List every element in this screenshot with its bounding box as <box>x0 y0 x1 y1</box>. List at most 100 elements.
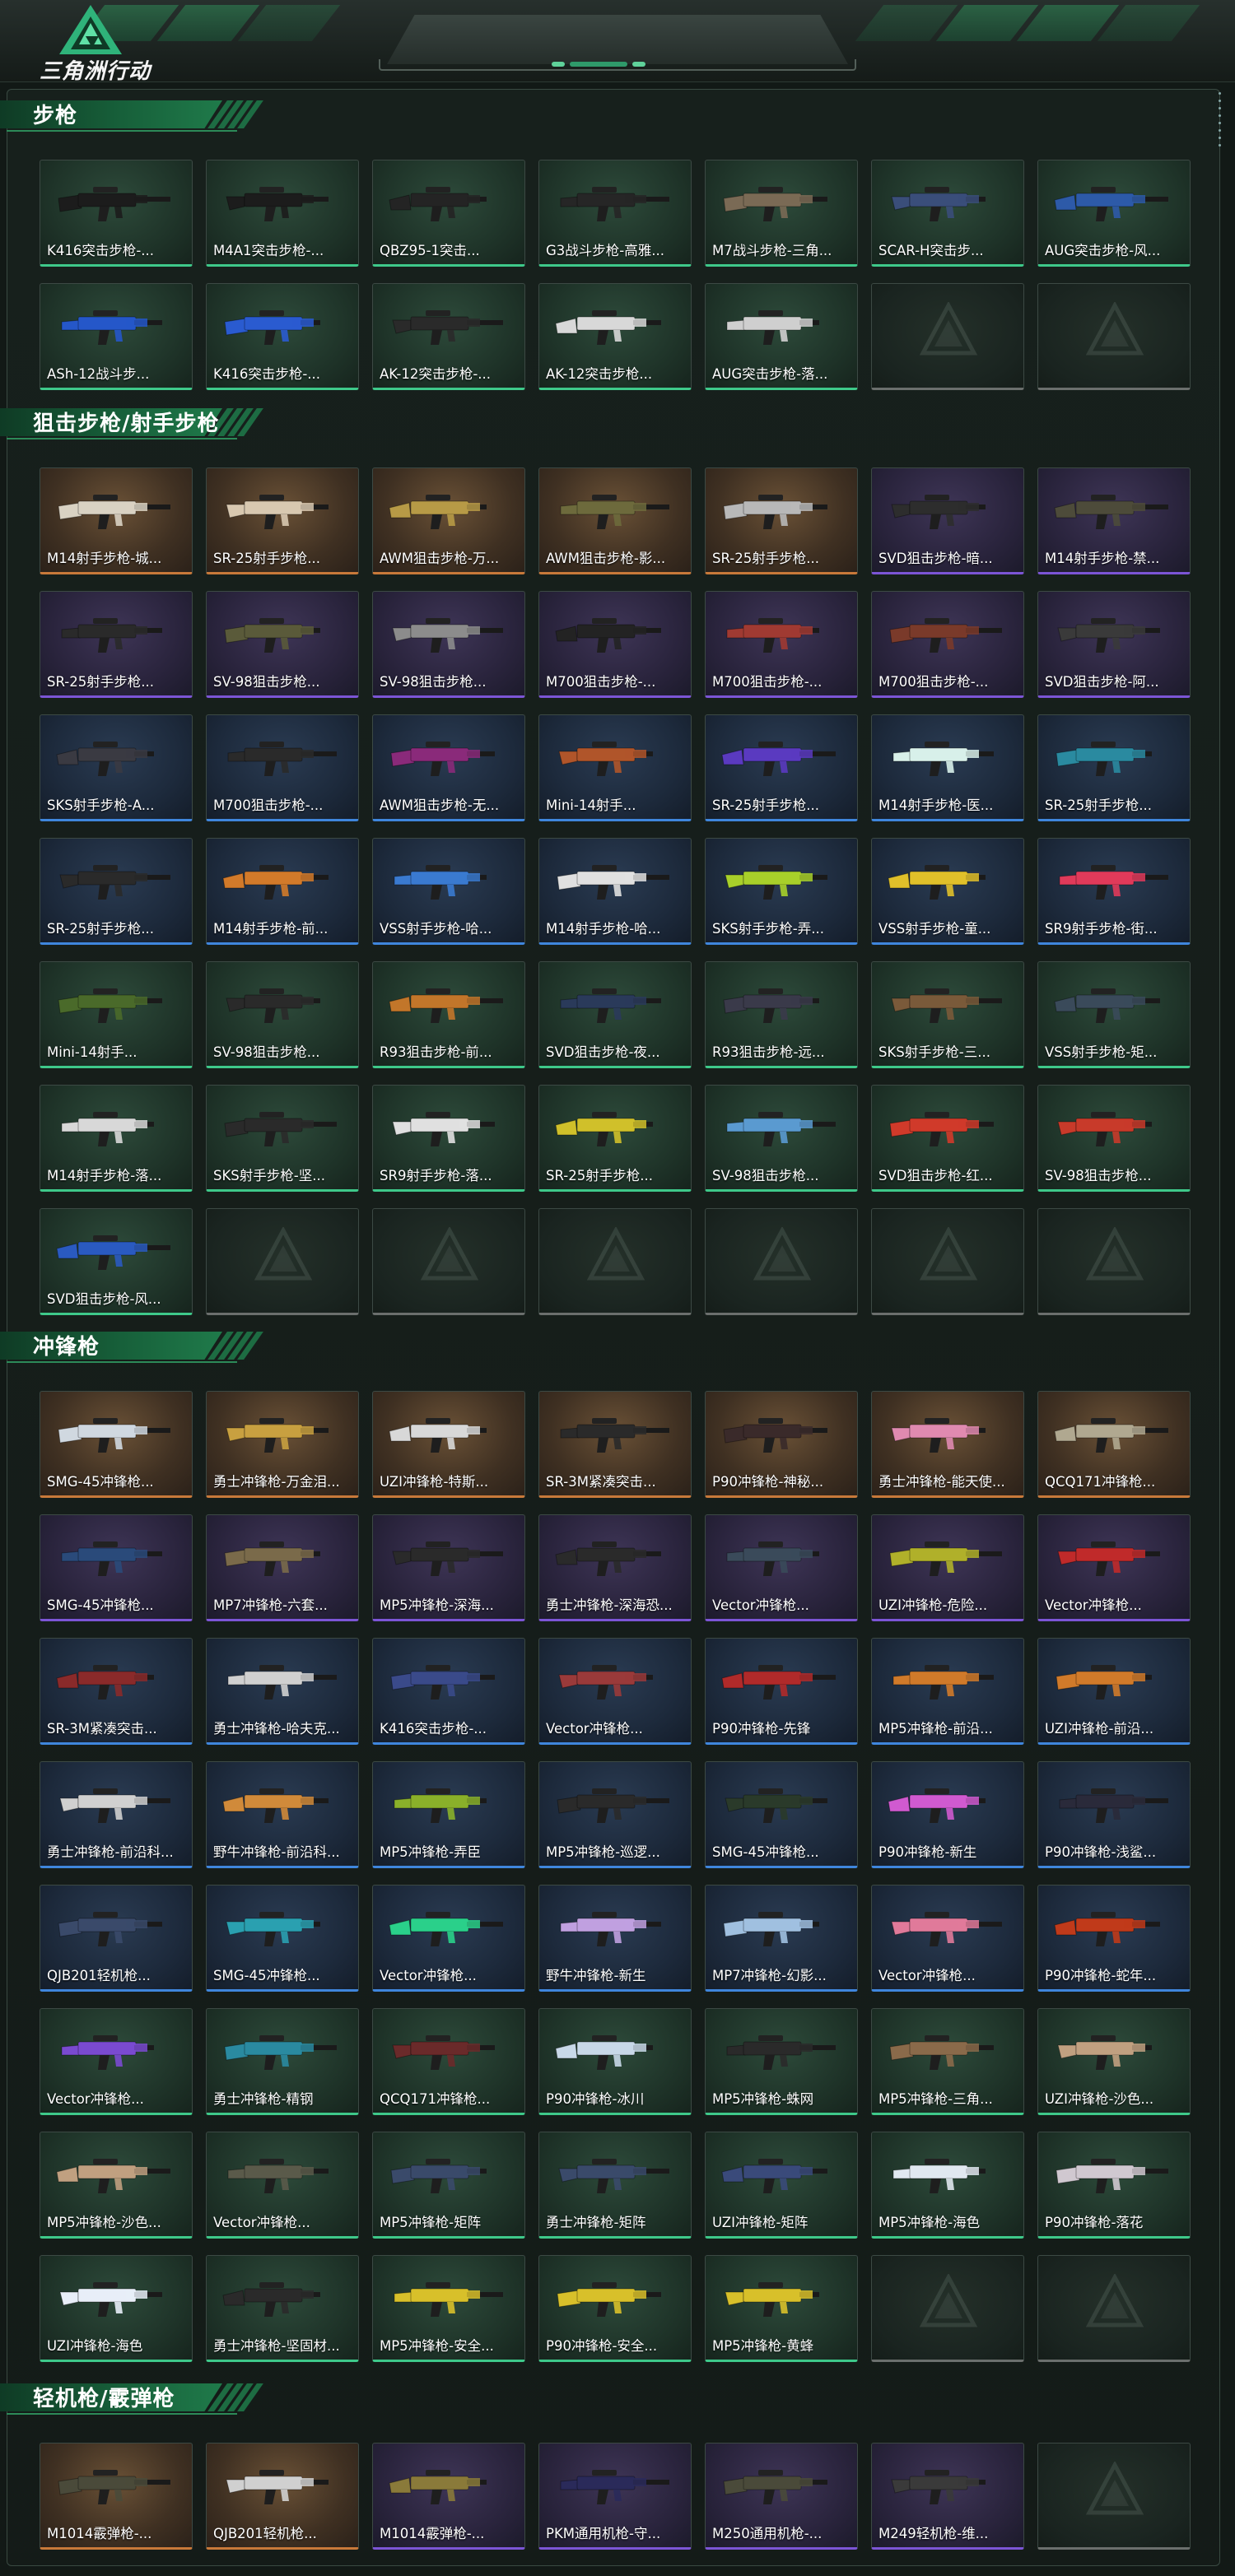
weapon-card[interactable]: R93狙击步枪-远... <box>705 961 858 1068</box>
weapon-card[interactable]: P90冲锋枪-安全... <box>538 2255 692 2362</box>
weapon-card[interactable]: 勇士冲锋枪-万金泪... <box>206 1391 359 1498</box>
weapon-card[interactable]: UZI冲锋枪-特斯... <box>372 1391 525 1498</box>
weapon-card[interactable]: MP7冲锋枪-六套... <box>206 1514 359 1621</box>
weapon-card[interactable]: AUG突击步枪-风... <box>1037 160 1191 267</box>
weapon-card[interactable]: 勇士冲锋枪-前沿科... <box>40 1761 193 1868</box>
weapon-card[interactable]: SR-3M紧凑突击... <box>538 1391 692 1498</box>
weapon-card[interactable]: M14射手步枪-城... <box>40 467 193 574</box>
weapon-card[interactable]: MP5冲锋枪-三角... <box>871 2008 1024 2115</box>
weapon-card[interactable]: QCQ171冲锋枪... <box>372 2008 525 2115</box>
weapon-card[interactable]: MP5冲锋枪-海色 <box>871 2132 1024 2239</box>
weapon-card[interactable]: K416突击步枪-... <box>40 160 193 267</box>
weapon-card[interactable]: MP7冲锋枪-幻影... <box>705 1885 858 1992</box>
weapon-card[interactable]: SVD狙击步枪-暗... <box>871 467 1024 574</box>
weapon-card[interactable]: SR9射手步枪-街... <box>1037 838 1191 945</box>
weapon-card[interactable]: QBZ95-1突击... <box>372 160 525 267</box>
weapon-card[interactable]: SR9射手步枪-落... <box>372 1085 525 1192</box>
weapon-card[interactable]: SR-25射手步枪... <box>538 1085 692 1192</box>
weapon-card[interactable]: M250通用机枪-... <box>705 2443 858 2550</box>
weapon-card[interactable]: M14射手步枪-医... <box>871 714 1024 821</box>
weapon-card[interactable]: SVD狙击步枪-红... <box>871 1085 1024 1192</box>
weapon-card[interactable]: P90冲锋枪-先锋 <box>705 1638 858 1745</box>
weapon-card[interactable]: P90冲锋枪-浅鲨... <box>1037 1761 1191 1868</box>
weapon-card[interactable]: MP5冲锋枪-巡逻... <box>538 1761 692 1868</box>
panel-menu-dots[interactable] <box>1219 92 1221 146</box>
weapon-card[interactable]: AK-12突击步枪-... <box>372 283 525 390</box>
weapon-card[interactable]: 勇士冲锋枪-精钢 <box>206 2008 359 2115</box>
weapon-card[interactable]: AWM狙击步枪-无... <box>372 714 525 821</box>
weapon-card[interactable]: ASh-12战斗步... <box>40 283 193 390</box>
weapon-card[interactable]: M14射手步枪-禁... <box>1037 467 1191 574</box>
weapon-card[interactable]: M700狙击步枪-... <box>206 714 359 821</box>
weapon-card[interactable]: P90冲锋枪-落花 <box>1037 2132 1191 2239</box>
weapon-card[interactable]: SMG-45冲锋枪... <box>705 1761 858 1868</box>
weapon-card[interactable]: Mini-14射手... <box>40 961 193 1068</box>
weapon-card[interactable]: UZI冲锋枪-危险... <box>871 1514 1024 1621</box>
weapon-card[interactable]: M700狙击步枪-... <box>871 591 1024 698</box>
weapon-card[interactable]: SR-25射手步枪... <box>40 591 193 698</box>
weapon-card[interactable]: SMG-45冲锋枪... <box>40 1514 193 1621</box>
weapon-card[interactable]: K416突击步枪-... <box>206 283 359 390</box>
weapon-card[interactable]: AK-12突击步枪... <box>538 283 692 390</box>
weapon-card[interactable]: Vector冲锋枪... <box>538 1638 692 1745</box>
weapon-card[interactable]: M1014霰弹枪-... <box>40 2443 193 2550</box>
weapon-card[interactable]: Vector冲锋枪... <box>705 1514 858 1621</box>
weapon-card[interactable]: M4A1突击步枪-... <box>206 160 359 267</box>
weapon-card[interactable]: SKS射手步枪-弄... <box>705 838 858 945</box>
weapon-card[interactable]: M14射手步枪-前... <box>206 838 359 945</box>
weapon-card[interactable]: Vector冲锋枪... <box>40 2008 193 2115</box>
weapon-card[interactable]: AUG突击步枪-落... <box>705 283 858 390</box>
weapon-card[interactable]: SV-98狙击步枪... <box>206 591 359 698</box>
weapon-card[interactable]: 勇士冲锋枪-矩阵 <box>538 2132 692 2239</box>
weapon-card[interactable]: SR-25射手步枪... <box>40 838 193 945</box>
weapon-card[interactable]: Mini-14射手... <box>538 714 692 821</box>
weapon-card[interactable]: K416突击步枪-... <box>372 1638 525 1745</box>
weapon-card[interactable]: SVD狙击步枪-阿... <box>1037 591 1191 698</box>
weapon-card[interactable]: UZI冲锋枪-海色 <box>40 2255 193 2362</box>
weapon-card[interactable]: UZI冲锋枪-沙色... <box>1037 2008 1191 2115</box>
weapon-card[interactable]: SVD狙击步枪-夜... <box>538 961 692 1068</box>
weapon-card[interactable]: 勇士冲锋枪-哈夫克... <box>206 1638 359 1745</box>
weapon-card[interactable]: M249轻机枪-维... <box>871 2443 1024 2550</box>
weapon-card[interactable]: M700狙击步枪-... <box>705 591 858 698</box>
weapon-card[interactable]: SKS射手步枪-坚... <box>206 1085 359 1192</box>
weapon-card[interactable]: M7战斗步枪-三角... <box>705 160 858 267</box>
weapon-card[interactable]: MP5冲锋枪-安全... <box>372 2255 525 2362</box>
weapon-card[interactable]: SV-98狙击步枪... <box>206 961 359 1068</box>
weapon-card[interactable]: P90冲锋枪-神秘... <box>705 1391 858 1498</box>
weapon-card[interactable]: 勇士冲锋枪-深海恐... <box>538 1514 692 1621</box>
weapon-card[interactable]: P90冲锋枪-新生 <box>871 1761 1024 1868</box>
weapon-card[interactable]: R93狙击步枪-前... <box>372 961 525 1068</box>
weapon-card[interactable]: MP5冲锋枪-弄臣 <box>372 1761 525 1868</box>
weapon-card[interactable]: MP5冲锋枪-矩阵 <box>372 2132 525 2239</box>
weapon-card[interactable]: VSS射手步枪-童... <box>871 838 1024 945</box>
weapon-card[interactable]: MP5冲锋枪-黄蜂 <box>705 2255 858 2362</box>
weapon-card[interactable]: UZI冲锋枪-矩阵 <box>705 2132 858 2239</box>
weapon-card[interactable]: P90冲锋枪-冰川 <box>538 2008 692 2115</box>
weapon-card[interactable]: SKS射手步枪-三... <box>871 961 1024 1068</box>
weapon-card[interactable]: MP5冲锋枪-沙色... <box>40 2132 193 2239</box>
weapon-card[interactable]: SR-25射手步枪... <box>705 714 858 821</box>
weapon-card[interactable]: SR-25射手步枪... <box>206 467 359 574</box>
weapon-card[interactable]: SVD狙击步枪-风... <box>40 1208 193 1315</box>
weapon-card[interactable]: 勇士冲锋枪-坚固材... <box>206 2255 359 2362</box>
weapon-card[interactable]: QCQ171冲锋枪... <box>1037 1391 1191 1498</box>
weapon-card[interactable]: SKS射手步枪-A... <box>40 714 193 821</box>
weapon-card[interactable]: SR-25射手步枪... <box>1037 714 1191 821</box>
weapon-card[interactable]: MP5冲锋枪-蛛网 <box>705 2008 858 2115</box>
weapon-card[interactable]: Vector冲锋枪... <box>1037 1514 1191 1621</box>
weapon-card[interactable]: M700狙击步枪-... <box>538 591 692 698</box>
weapon-card[interactable]: SR-25射手步枪... <box>705 467 858 574</box>
weapon-card[interactable]: SV-98狙击步枪... <box>705 1085 858 1192</box>
weapon-card[interactable]: G3战斗步枪-高雅... <box>538 160 692 267</box>
weapon-card[interactable]: MP5冲锋枪-前沿... <box>871 1638 1024 1745</box>
weapon-card[interactable]: Vector冲锋枪... <box>372 1885 525 1992</box>
weapon-card[interactable]: VSS射手步枪-矩... <box>1037 961 1191 1068</box>
weapon-card[interactable]: M14射手步枪-哈... <box>538 838 692 945</box>
weapon-card[interactable]: SMG-45冲锋枪... <box>206 1885 359 1992</box>
weapon-card[interactable]: QJB201轻机枪... <box>40 1885 193 1992</box>
weapon-card[interactable]: AWM狙击步枪-万... <box>372 467 525 574</box>
weapon-card[interactable]: P90冲锋枪-蛇年... <box>1037 1885 1191 1992</box>
weapon-card[interactable]: AWM狙击步枪-影... <box>538 467 692 574</box>
weapon-card[interactable]: SV-98狙击步枪... <box>1037 1085 1191 1192</box>
